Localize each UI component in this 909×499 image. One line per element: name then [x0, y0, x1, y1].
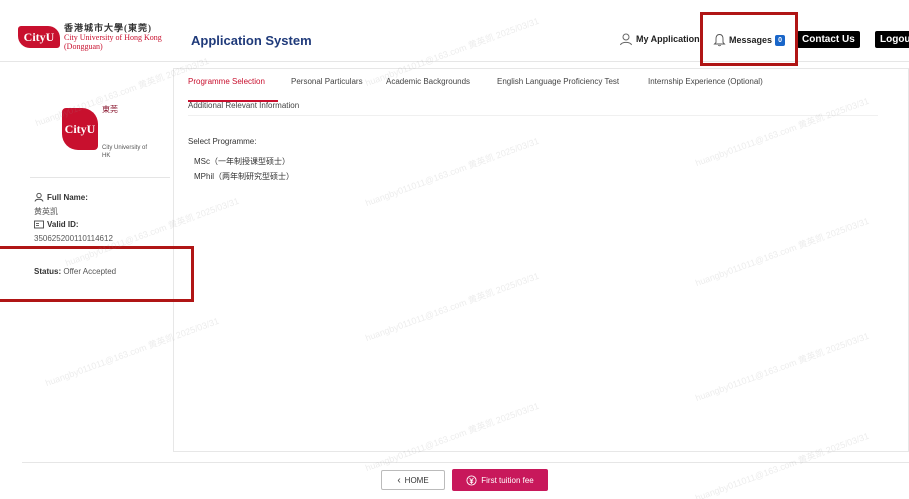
logout-button[interactable]: Logout [875, 31, 909, 48]
tab-additional-info[interactable]: Additional Relevant Information [188, 101, 299, 110]
profile-logo-cn: 東莞 [102, 105, 118, 114]
logo-mark: CityU [18, 26, 60, 48]
messages-label: Messages [729, 35, 773, 45]
full-name-label: Full Name: [47, 192, 88, 202]
chevron-left-icon: ‹ [397, 474, 401, 486]
first-tuition-fee-button[interactable]: First tuition fee [452, 469, 548, 491]
main-card: Programme Selection Personal Particulars… [173, 68, 909, 452]
person-icon [34, 192, 44, 202]
valid-id-label: Valid ID: [47, 220, 79, 229]
valid-id-label-row: Valid ID: [34, 220, 79, 229]
id-card-icon [34, 220, 44, 229]
logo-en-name: City University of Hong Kong [64, 33, 162, 42]
status-value: Offer Accepted [63, 267, 117, 276]
select-programme-label: Select Programme: [188, 137, 257, 146]
status-label: Status: [34, 267, 62, 276]
programme-option-mphil[interactable]: MPhil（两年制研究型硕士） [194, 171, 294, 182]
bell-icon [713, 34, 726, 47]
profile-logo-sub: City University of HK [102, 145, 148, 159]
full-name-label-row: Full Name: [34, 192, 88, 202]
home-button[interactable]: ‹ HOME [381, 470, 445, 490]
valid-id-value: 350625200110114612 [34, 234, 113, 243]
header-bar: CityU 香港城市大學(東莞) City University of Hong… [0, 0, 909, 62]
my-application-link[interactable]: My Application [619, 30, 700, 48]
tab-academic-backgrounds[interactable]: Academic Backgrounds [386, 77, 470, 86]
programme-option-msc[interactable]: MSc（一年制授课型硕士） [194, 156, 290, 167]
contact-us-button[interactable]: Contact Us [797, 31, 860, 48]
profile-panel: CityU 東莞 City University of HK Full Name… [22, 70, 172, 460]
home-label: HOME [404, 475, 429, 485]
app-title: Application System [191, 33, 312, 48]
profile-divider [30, 177, 170, 178]
logo-en-sub: (Dongguan) [64, 42, 103, 51]
my-application-label: My Application [636, 34, 700, 44]
tab-personal-particulars[interactable]: Personal Particulars [291, 77, 363, 86]
messages-link[interactable]: Messages 0 [713, 31, 786, 49]
footer-divider [22, 462, 909, 463]
profile-logo: CityU 東莞 City University of HK [62, 100, 152, 170]
first-tuition-fee-label: First tuition fee [481, 475, 534, 485]
messages-count-badge: 0 [775, 34, 786, 46]
logo-text: 香港城市大學(東莞) City University of Hong Kong … [64, 23, 162, 52]
tab-english-proficiency[interactable]: English Language Proficiency Test [497, 77, 619, 86]
full-name-value: 黄英凯 [34, 207, 58, 216]
logo-cn-name: 香港城市大學(東莞) [64, 23, 152, 33]
person-icon [620, 33, 632, 46]
tab-internship-experience[interactable]: Internship Experience (Optional) [648, 77, 763, 86]
status-row: Status: Offer Accepted [34, 267, 116, 276]
tab-programme-selection[interactable]: Programme Selection [188, 77, 265, 86]
tabs-divider [188, 115, 878, 116]
cityu-logo[interactable]: CityU 香港城市大學(東莞) City University of Hong… [18, 23, 168, 52]
profile-logo-mark: CityU [62, 108, 98, 150]
payment-icon [466, 474, 477, 486]
